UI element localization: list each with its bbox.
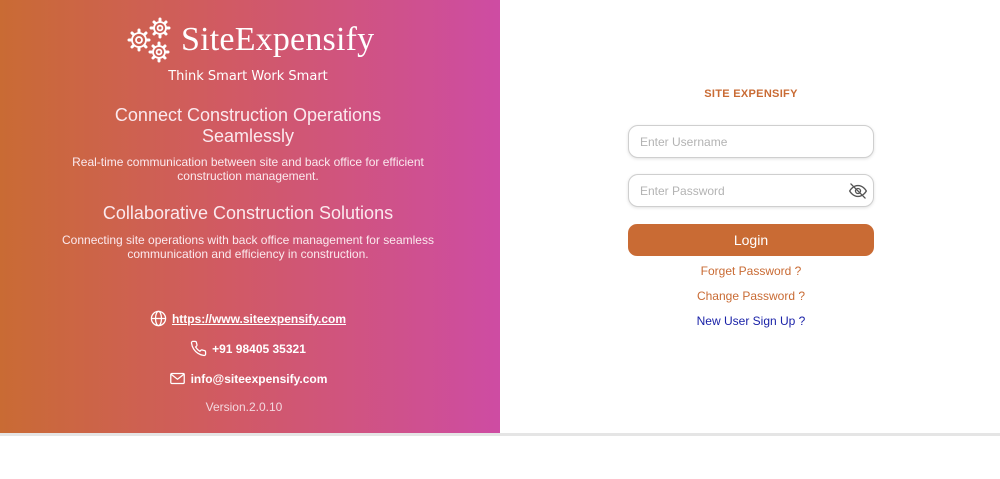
signup-link[interactable]: New User Sign Up ? bbox=[628, 314, 874, 328]
globe-icon bbox=[150, 310, 167, 327]
username-field bbox=[628, 125, 874, 158]
login-button[interactable]: Login bbox=[628, 224, 874, 256]
contact-email-row: info@siteexpensify.com bbox=[0, 370, 496, 387]
login-title: SITE EXPENSIFY bbox=[704, 88, 798, 100]
password-input[interactable] bbox=[629, 175, 830, 206]
contact-phone-row: +91 98405 35321 bbox=[0, 340, 496, 357]
hero-heading-connect: Connect Construction Operations Seamless… bbox=[114, 105, 382, 146]
email-address: info@siteexpensify.com bbox=[190, 371, 328, 386]
brand-header: SiteExpensify bbox=[125, 14, 374, 66]
version-label: Version.2.0.10 bbox=[205, 400, 283, 414]
phone-number: +91 98405 35321 bbox=[212, 341, 306, 356]
page-divider bbox=[0, 433, 1000, 436]
phone-icon bbox=[190, 340, 207, 357]
brand-name: SiteExpensify bbox=[181, 21, 375, 58]
eye-slash-icon[interactable] bbox=[848, 181, 868, 201]
brand-panel: SiteExpensify Think Smart Work Smart Con… bbox=[0, 0, 500, 433]
hero-text-collaborative: Connecting site operations with back off… bbox=[62, 233, 434, 261]
password-field bbox=[628, 174, 874, 207]
mail-icon bbox=[169, 372, 185, 385]
website-link[interactable]: https://www.siteexpensify.com bbox=[172, 312, 346, 326]
username-input[interactable] bbox=[629, 126, 830, 157]
hero-text-connect: Real-time communication between site and… bbox=[72, 155, 424, 183]
change-password-link[interactable]: Change Password ? bbox=[628, 289, 874, 303]
hero-heading-collaborative: Collaborative Construction Solutions bbox=[102, 203, 394, 223]
login-page: SiteExpensify Think Smart Work Smart Con… bbox=[0, 0, 1000, 479]
contact-website-row: https://www.siteexpensify.com bbox=[0, 310, 496, 327]
login-panel: SITE EXPENSIFY Login Forget Password ? C… bbox=[500, 0, 1000, 433]
forget-password-link[interactable]: Forget Password ? bbox=[628, 264, 874, 278]
gears-icon bbox=[127, 17, 171, 63]
brand-tagline: Think Smart Work Smart bbox=[168, 69, 328, 84]
